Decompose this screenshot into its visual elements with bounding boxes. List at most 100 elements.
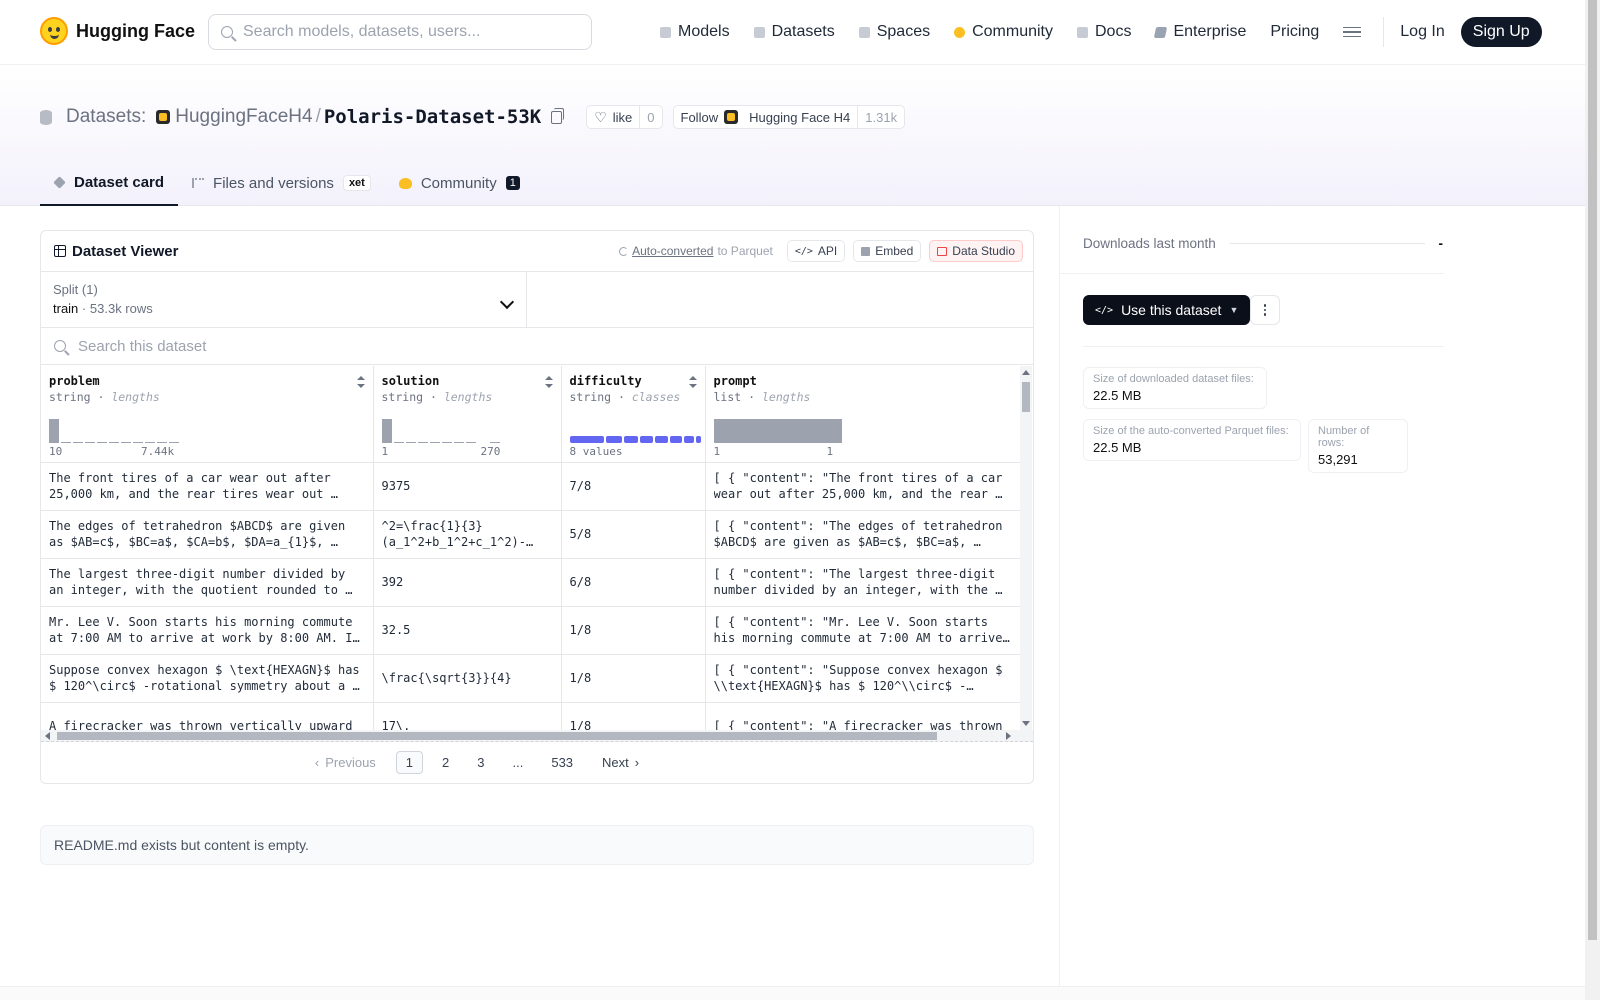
signup-button[interactable]: Sign Up [1460, 17, 1542, 47]
login-link[interactable]: Log In [1400, 23, 1444, 41]
cell-problem[interactable]: The front tires of a car wear out after … [41, 462, 374, 511]
cell-difficulty[interactable]: 1/8 [561, 654, 706, 703]
dataset-viewer: Dataset Viewer Auto-converted to Parquet… [40, 230, 1034, 784]
page-1-button[interactable]: 1 [395, 751, 424, 774]
nav-spaces[interactable]: Spaces [858, 23, 930, 41]
tab-files-and-versions[interactable]: Files and versions xet [178, 160, 385, 206]
sort-icon[interactable] [356, 376, 365, 388]
follow-button[interactable]: Follow Hugging Face H4 [674, 106, 858, 128]
auto-converted-link[interactable]: Auto-converted [632, 244, 713, 258]
page-scroll-thumb[interactable] [1588, 0, 1597, 940]
cell-problem[interactable]: The edges of tetrahedron $ABCD$ are give… [41, 510, 374, 559]
community-count-badge: 1 [505, 176, 520, 190]
dataset-search-input[interactable]: Search this dataset [41, 328, 1033, 365]
hugging-face-logo-icon [40, 17, 68, 45]
xet-badge: xet [342, 175, 371, 191]
column-header-prompt[interactable]: prompt list · lengths 1 1 [705, 366, 1022, 463]
column-type: string · classes [569, 390, 681, 404]
table-row[interactable]: Suppose convex hexagon $ \text{HEXAGN}$ … [41, 654, 1022, 703]
cell-solution[interactable]: 9375 [373, 462, 562, 511]
sort-icon[interactable] [688, 376, 697, 388]
org-avatar [156, 110, 171, 124]
page-2-button[interactable]: 2 [433, 752, 458, 773]
more-options-button[interactable] [1250, 295, 1280, 325]
scroll-down-icon[interactable] [1022, 721, 1030, 726]
use-this-dataset-button[interactable]: </> Use this dataset ▼ [1083, 295, 1251, 325]
column-name: problem [49, 374, 100, 388]
scroll-thumb[interactable] [1022, 382, 1030, 412]
heart-icon: ♡ [594, 108, 607, 125]
repo-name-link[interactable]: Polaris-Dataset-53K [324, 106, 541, 128]
table-row[interactable]: The edges of tetrahedron $ABCD$ are give… [41, 510, 1022, 559]
next-page-button[interactable]: Next › [592, 751, 649, 774]
page-scrollbar[interactable] [1585, 0, 1600, 1000]
page-3-button[interactable]: 3 [468, 752, 493, 773]
column-header-solution[interactable]: solution string · lengths 1 270 [373, 366, 562, 463]
column-header-difficulty[interactable]: difficulty string · classes 8 values [561, 366, 706, 463]
nav-enterprise[interactable]: Enterprise [1154, 23, 1246, 41]
cell-solution[interactable]: 392 [373, 558, 562, 607]
cell-solution[interactable]: ^2=\frac{1}{3}(a_1^2+b_1^2+c_1^2)-\frac{… [373, 510, 562, 559]
copy-icon[interactable] [551, 107, 565, 124]
embed-button[interactable]: Embed [853, 240, 922, 262]
like-count[interactable]: 0 [639, 106, 661, 128]
page-last-button[interactable]: 533 [542, 752, 582, 773]
hf-logo-link[interactable]: Hugging Face [40, 17, 195, 45]
cell-problem[interactable]: The largest three-digit number divided b… [41, 558, 374, 607]
column-header-problem[interactable]: problem string · lengths 10 7.44k [41, 366, 374, 463]
nav-pricing[interactable]: Pricing [1270, 23, 1319, 41]
nav-community[interactable]: Community [954, 23, 1053, 41]
cell-solution[interactable]: \frac{\sqrt{3}}{4} [373, 654, 562, 703]
follow-count[interactable]: 1.31k [857, 106, 904, 128]
table-row[interactable]: Mr. Lee V. Soon starts his morning commu… [41, 606, 1022, 655]
table-vertical-scrollbar[interactable] [1020, 366, 1032, 730]
dataset-icon [40, 109, 52, 125]
column-name: solution [381, 374, 440, 388]
api-button[interactable]: </> API [786, 240, 846, 262]
scroll-left-icon[interactable] [45, 732, 50, 740]
cell-prompt[interactable]: [ { "content": "The front tires of a car… [705, 462, 1022, 511]
scroll-right-icon[interactable] [1006, 732, 1011, 740]
cell-solution[interactable]: 32.5 [373, 606, 562, 655]
cell-difficulty[interactable]: 5/8 [561, 510, 706, 559]
repo-org-link[interactable]: HuggingFaceH4 [175, 106, 312, 128]
nav-datasets[interactable]: Datasets [753, 23, 835, 41]
cell-difficulty[interactable]: 7/8 [561, 462, 706, 511]
sort-icon[interactable] [544, 376, 553, 388]
scroll-thumb[interactable] [57, 732, 937, 740]
cell-text: [ { "content": "Mr. Lee V. Soon starts h… [713, 615, 1003, 645]
nav-docs[interactable]: Docs [1077, 23, 1131, 41]
viewer-title: Dataset Viewer [72, 242, 179, 260]
cell-prompt[interactable]: [ { "content": "Mr. Lee V. Soon starts h… [705, 606, 1022, 655]
search-icon [54, 340, 66, 352]
column-name: difficulty [569, 374, 642, 388]
table-row[interactable]: The front tires of a car wear out after … [41, 462, 1022, 511]
tab-dataset-card[interactable]: Dataset card [40, 160, 179, 206]
more-menu-icon[interactable] [1343, 26, 1362, 38]
cell-text: 6/8 [569, 575, 592, 589]
cell-problem[interactable]: Suppose convex hexagon $ \text{HEXAGN}$ … [41, 654, 374, 703]
data-studio-button[interactable]: Data Studio [929, 240, 1023, 262]
cell-problem[interactable]: Mr. Lee V. Soon starts his morning commu… [41, 606, 374, 655]
datasets-icon [753, 26, 765, 38]
table-horizontal-scrollbar[interactable] [41, 730, 1033, 742]
tab-label: Dataset card [74, 173, 165, 191]
cell-prompt[interactable]: [ { "content": "The edges of tetrahedron… [705, 510, 1022, 559]
like-button[interactable]: ♡ like [587, 106, 639, 128]
split-selector[interactable]: Split (1) train · 53.3k rows [41, 272, 527, 327]
nav-models[interactable]: Models [660, 23, 730, 41]
api-label: API [817, 244, 838, 258]
cell-difficulty[interactable]: 1/8 [561, 606, 706, 655]
nav-links: Models Datasets Spaces Community Docs En… [660, 17, 1542, 47]
histogram-max: 1 [826, 445, 834, 458]
previous-page-button[interactable]: ‹ Previous [305, 751, 386, 774]
cell-prompt[interactable]: [ { "content": "Suppose convex hexagon $… [705, 654, 1022, 703]
code-icon: </> [1095, 304, 1114, 316]
cell-prompt[interactable]: [ { "content": "The largest three-digit … [705, 558, 1022, 607]
models-icon [660, 26, 671, 38]
table-row[interactable]: The largest three-digit number divided b… [41, 558, 1022, 607]
scroll-up-icon[interactable] [1022, 370, 1030, 375]
cell-difficulty[interactable]: 6/8 [561, 558, 706, 607]
global-search-input[interactable]: Search models, datasets, users... [208, 14, 592, 50]
tab-community[interactable]: Community 1 [385, 160, 534, 206]
